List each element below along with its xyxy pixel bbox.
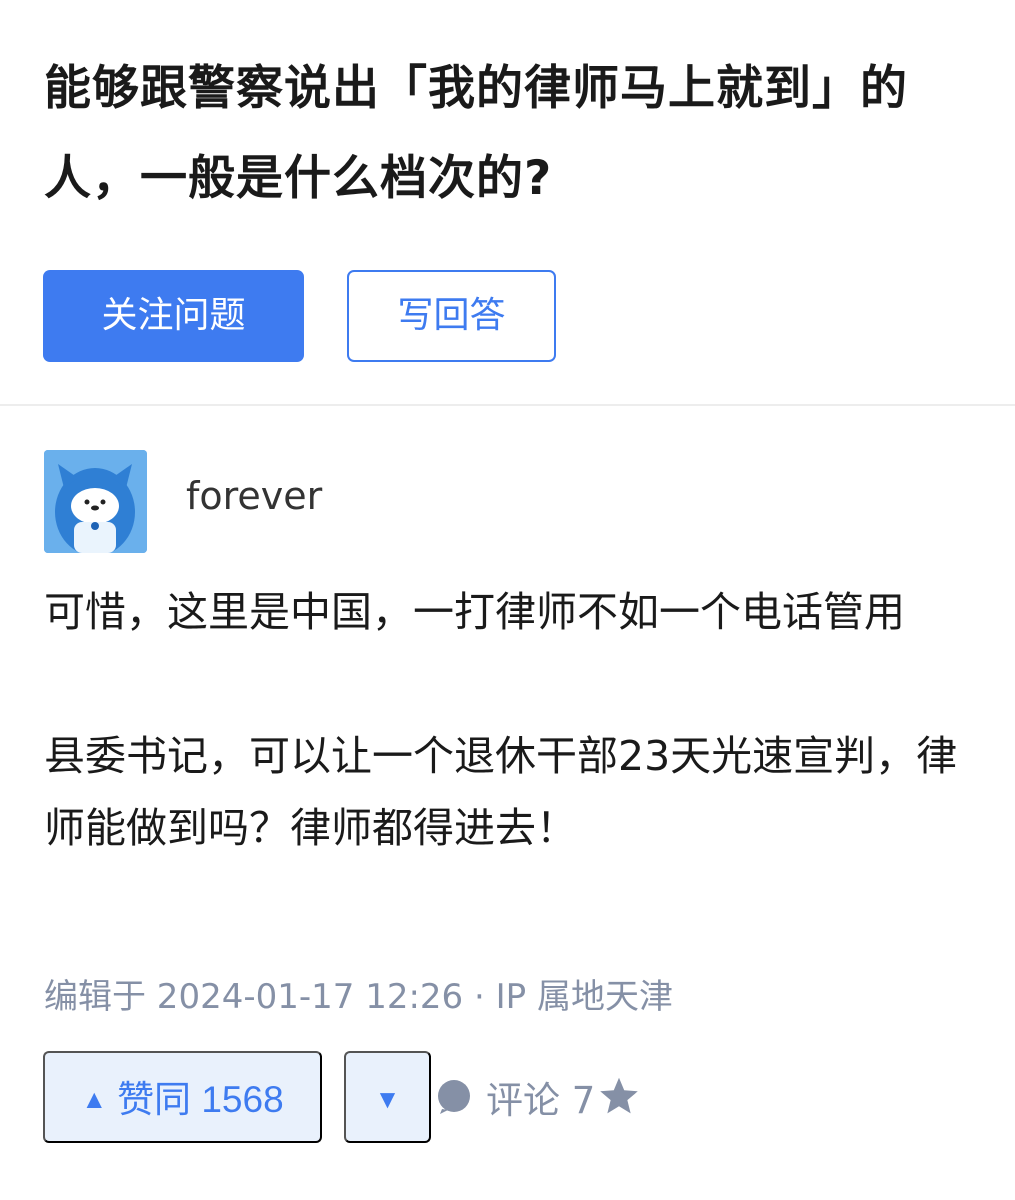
- author-name[interactable]: forever: [186, 474, 322, 518]
- triangle-up-icon: ▲: [81, 1084, 108, 1114]
- downvote-button[interactable]: ▼: [344, 1051, 431, 1143]
- avatar[interactable]: [44, 450, 147, 553]
- upvote-button[interactable]: ▲ 赞同 1568: [43, 1051, 322, 1143]
- upvote-label: 赞同 1568: [117, 1079, 284, 1120]
- answer-meta: 编辑于 2024-01-17 12:26 · IP 属地天津: [44, 977, 673, 1017]
- star-icon[interactable]: [598, 1076, 640, 1116]
- comment-button[interactable]: 评论 7: [436, 1061, 595, 1133]
- question-card: 能够跟警察说出「我的律师马上就到」的人，一般是什么档次的? 关注问题 写回答: [0, 0, 1015, 405]
- speech-bubble-icon: [438, 1080, 470, 1114]
- write-answer-button[interactable]: 写回答: [347, 270, 556, 362]
- avatar-mascot-icon: [44, 450, 147, 553]
- triangle-down-icon: ▼: [374, 1084, 401, 1114]
- answer-body: 可惜，这里是中国，一打律师不如一个电话管用 县委书记，可以让一个退休干部23天光…: [44, 588, 958, 852]
- comment-label: 评论 7: [486, 1079, 596, 1122]
- question-title[interactable]: 能够跟警察说出「我的律师马上就到」的人，一般是什么档次的?: [44, 44, 984, 224]
- answer-card: forever 可惜，这里是中国，一打律师不如一个电话管用 县委书记，可以让一个…: [0, 406, 1015, 1200]
- follow-question-button[interactable]: 关注问题: [43, 270, 304, 362]
